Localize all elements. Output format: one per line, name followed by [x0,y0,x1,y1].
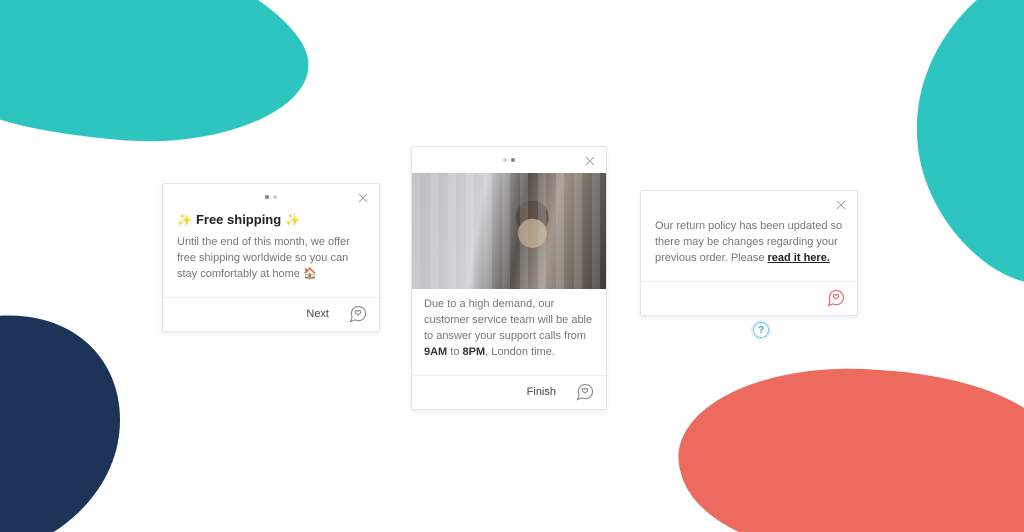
pagination-dots [265,195,277,199]
pagination-dots [503,158,515,162]
card-body: Our return policy has been updated so th… [641,217,857,281]
close-icon[interactable] [831,195,851,215]
pagination-dot [265,195,269,199]
card-title-text: Free shipping [196,212,281,227]
card-body: ✨ Free shipping ✨ Until the end of this … [163,210,379,297]
card-header [412,147,606,173]
popup-card-free-shipping: ✨ Free shipping ✨ Until the end of this … [162,183,380,332]
card-footer: Next [163,297,379,331]
card-footer [641,281,857,315]
text: Until the end of this month, we offer fr… [177,236,350,280]
card-header [163,184,379,210]
card-header [641,191,857,217]
house-icon: 🏠 [303,268,317,280]
card-body-text: Until the end of this month, we offer fr… [177,235,365,283]
card-footer: Finish [412,375,606,409]
help-icon[interactable]: ? [753,322,769,338]
read-policy-link[interactable]: read it here. [768,252,830,264]
pagination-dot [511,158,515,162]
card-body-text: Due to a high demand, our customer servi… [424,297,594,361]
card-hero-image [412,173,606,289]
popup-card-return-policy: Our return policy has been updated so th… [640,190,858,316]
sparkles-icon: ✨ [285,213,300,227]
card-body: Due to a high demand, our customer servi… [412,289,606,375]
finish-button[interactable]: Finish [519,382,564,402]
text: Due to a high demand, our customer servi… [424,298,592,342]
text: to [447,346,462,358]
pagination-dot [273,195,277,199]
pagination-dot [503,158,507,162]
card-body-text: Our return policy has been updated so th… [655,219,843,267]
close-icon[interactable] [353,188,373,208]
close-icon[interactable] [580,151,600,171]
bold-text: 8PM [463,346,486,358]
reaction-icon[interactable] [347,303,369,325]
sparkles-icon: ✨ [177,213,192,227]
text: , London time. [485,346,555,358]
popup-card-support-hours: Due to a high demand, our customer servi… [411,146,607,410]
reaction-icon[interactable] [574,381,596,403]
card-title: ✨ Free shipping ✨ [177,212,365,227]
bold-text: 9AM [424,346,447,358]
next-button[interactable]: Next [298,304,337,324]
reaction-icon[interactable] [825,287,847,309]
